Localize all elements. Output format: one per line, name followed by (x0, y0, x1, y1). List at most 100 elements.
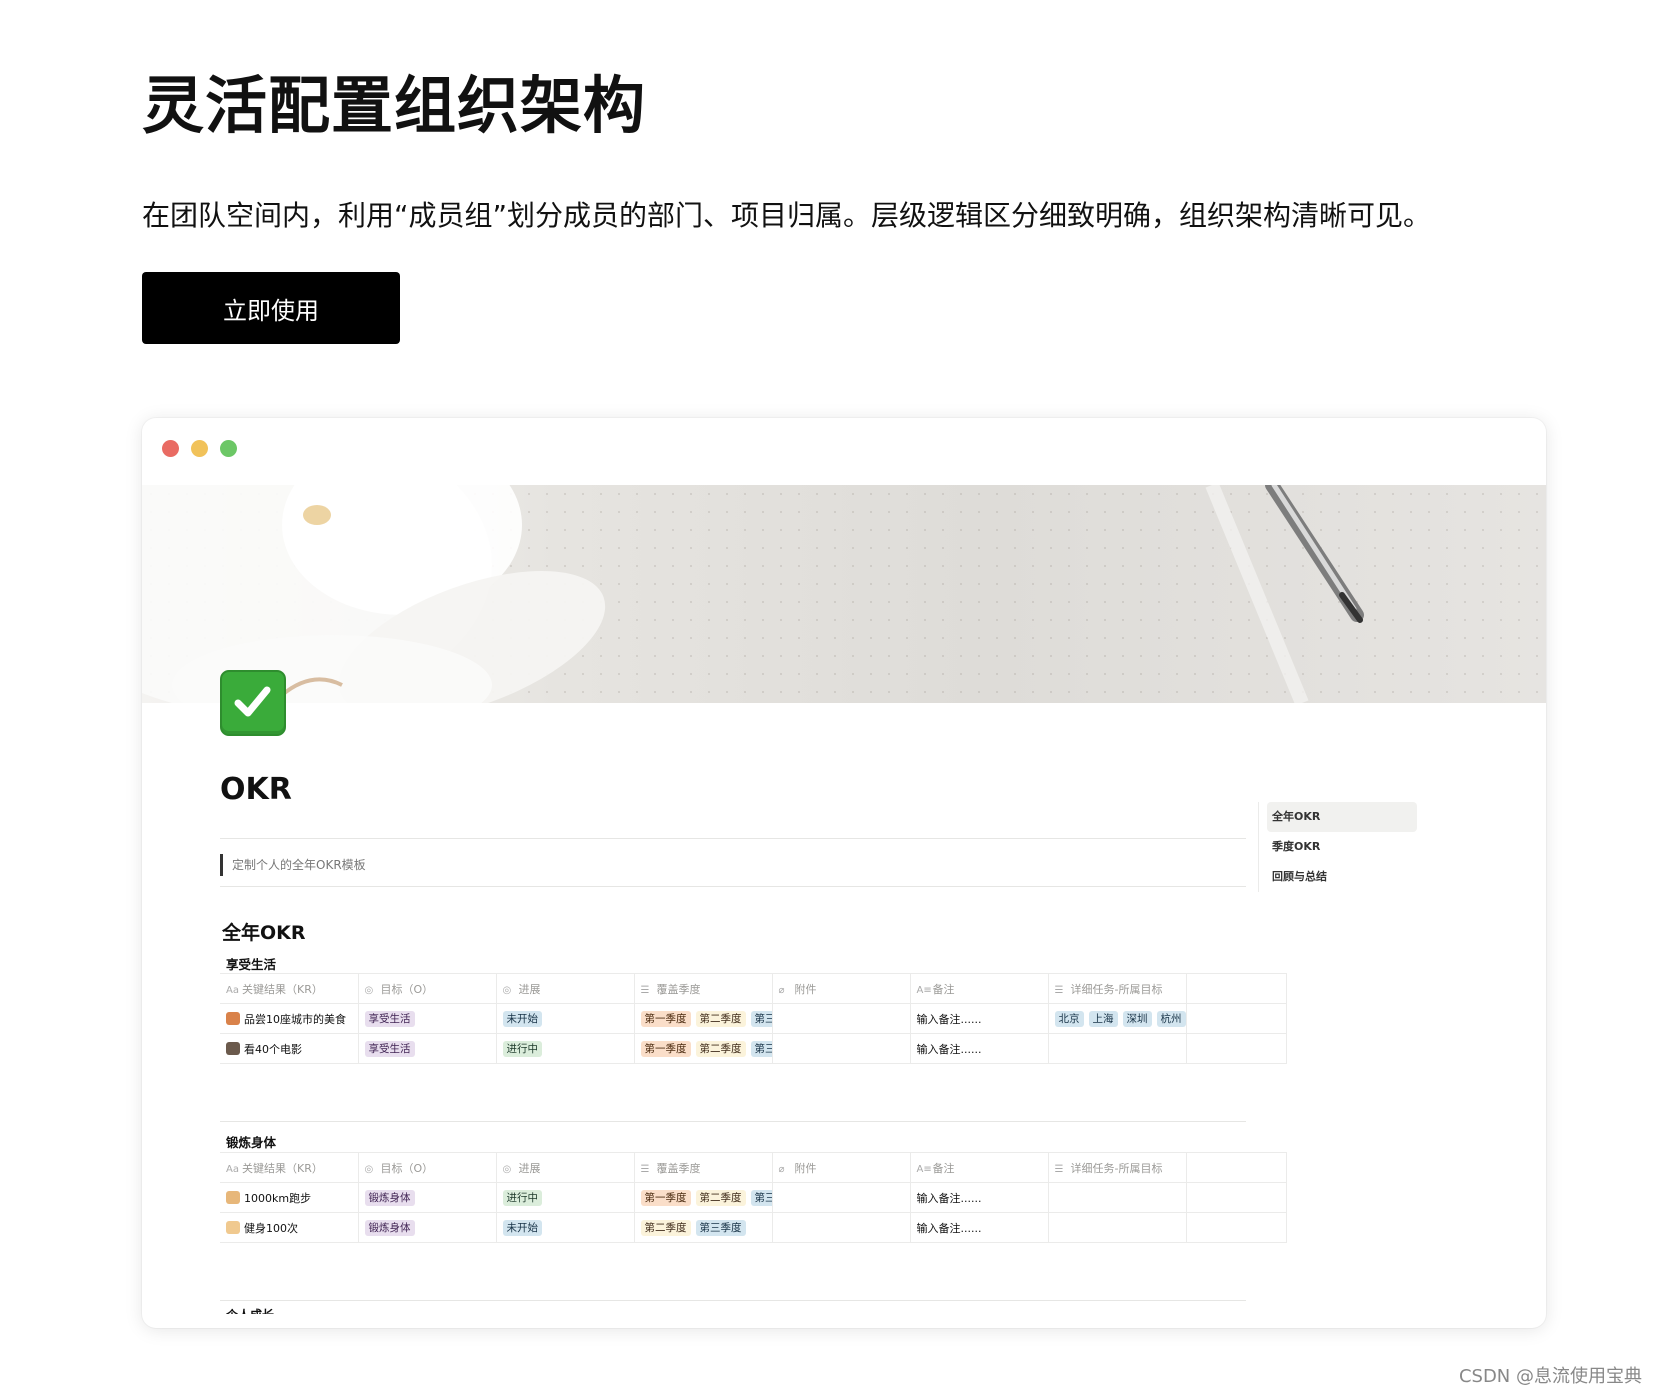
note-text[interactable]: 输入备注...... (917, 1222, 982, 1235)
section-heading-annual-okr[interactable]: 全年OKR (222, 918, 306, 945)
kr-title[interactable]: 1000km跑步 (244, 1192, 311, 1205)
app-window-preview: OKR 定制个人的全年OKR模板 全年OKR 享受生活 Aa 关键结果（KR） ◎… (142, 418, 1546, 1328)
task-tag[interactable]: 杭州 (1156, 1010, 1185, 1027)
attachment-property-icon: ⌀ (778, 1163, 785, 1175)
select-property-icon: ◎ (364, 1163, 374, 1175)
column-header[interactable]: ⌀ 附件 (772, 1152, 911, 1183)
table-row[interactable]: 看40个电影 享受生活 进行中 第一季度第二季度第三季度 输入备注...... (220, 1033, 1287, 1064)
note-text[interactable]: 输入备注...... (917, 1043, 982, 1056)
note-text[interactable]: 输入备注...... (917, 1192, 982, 1205)
close-window-dot[interactable] (162, 440, 179, 457)
kr-title[interactable]: 健身100次 (244, 1222, 298, 1235)
bread-icon (226, 1011, 240, 1025)
text-property-icon: Aa (226, 1163, 239, 1175)
group-heading-partial[interactable]: 个人成长 (226, 1306, 274, 1314)
group-heading[interactable]: 锻炼身体 (226, 1132, 276, 1151)
hero-description: 在团队空间内，利用“成员组”划分成员的部门、项目归属。层级逻辑区分细致明确，组织… (142, 199, 1432, 232)
group-heading[interactable]: 享受生活 (226, 954, 276, 973)
toc-item-review[interactable]: 回顾与总结 (1267, 862, 1417, 892)
objective-tag[interactable]: 锻炼身体 (364, 1189, 415, 1206)
column-header[interactable]: ◎ 进展 (496, 1152, 635, 1183)
objective-tag[interactable]: 享受生活 (364, 1040, 415, 1057)
attachment-cell[interactable] (772, 1182, 911, 1213)
column-header[interactable]: ◎ 目标（O） (358, 1152, 497, 1183)
multiselect-property-icon: ☰ (640, 984, 650, 996)
quarter-tag[interactable]: 第一季度 (640, 1010, 691, 1027)
divider (220, 838, 1246, 839)
tasks-cell[interactable] (1048, 1182, 1187, 1213)
multiselect-property-icon: ☰ (1054, 984, 1064, 996)
okr-table-enjoy-life: Aa 关键结果（KR） ◎ 目标（O） ◎ 进展 ☰ 覆盖季度 ⌀ 附件 A≡备注 ☰ 详细… (220, 973, 1287, 1064)
toc-item-annual-okr[interactable]: 全年OKR (1267, 802, 1417, 832)
page-title[interactable]: OKR (220, 772, 292, 807)
objective-tag[interactable]: 享受生活 (364, 1010, 415, 1027)
objective-tag[interactable]: 锻炼身体 (364, 1219, 415, 1236)
status-tag[interactable]: 未开始 (502, 1010, 542, 1027)
quarter-tag[interactable]: 第三季度 (750, 1040, 771, 1057)
add-column-cell[interactable] (1186, 973, 1287, 1004)
toc-item-quarterly-okr[interactable]: 季度OKR (1267, 832, 1417, 862)
kr-title[interactable]: 看40个电影 (244, 1043, 302, 1056)
column-header[interactable]: A≡备注 (910, 1152, 1049, 1183)
kr-title[interactable]: 品尝10座城市的美食 (244, 1013, 346, 1026)
hero-title: 灵活配置组织架构 (142, 69, 647, 142)
minimize-window-dot[interactable] (191, 440, 208, 457)
add-column-cell[interactable] (1186, 1152, 1287, 1183)
use-now-button[interactable]: 立即使用 (142, 272, 400, 344)
cover-illustration (142, 485, 1364, 703)
task-tag[interactable]: 深圳 (1122, 1010, 1152, 1027)
quarter-tag[interactable]: 第二季度 (640, 1219, 691, 1236)
check-mark-icon[interactable] (220, 670, 286, 736)
select-property-icon: ◎ (502, 984, 512, 996)
runner-icon (226, 1190, 240, 1204)
table-row[interactable]: 品尝10座城市的美食 享受生活 未开始 第一季度第二季度第三季度 输入备注...… (220, 1003, 1287, 1034)
column-header[interactable]: ◎ 目标（O） (358, 973, 497, 1004)
quarter-tag[interactable]: 第二季度 (695, 1040, 746, 1057)
multiselect-property-icon: ☰ (640, 1163, 650, 1175)
table-row[interactable]: 1000km跑步 锻炼身体 进行中 第一季度第二季度第三季度 输入备注.....… (220, 1182, 1287, 1213)
quarter-tag[interactable]: 第二季度 (695, 1189, 746, 1206)
page-cover-image (142, 485, 1546, 703)
quarter-tag[interactable]: 第三季度 (750, 1010, 771, 1027)
quarter-tag[interactable]: 第一季度 (640, 1040, 691, 1057)
attachment-property-icon: ⌀ (778, 984, 785, 996)
column-header[interactable]: ⌀ 附件 (772, 973, 911, 1004)
page-quote[interactable]: 定制个人的全年OKR模板 (220, 854, 366, 876)
divider (220, 1121, 1246, 1122)
quarter-tag[interactable]: 第一季度 (640, 1189, 691, 1206)
maximize-window-dot[interactable] (220, 440, 237, 457)
quarter-tag[interactable]: 第二季度 (695, 1010, 746, 1027)
quarter-tag[interactable]: 第三季度 (750, 1189, 771, 1206)
column-header[interactable]: ☰ 详细任务-所属目标 (1048, 1152, 1187, 1183)
status-tag[interactable]: 未开始 (502, 1219, 542, 1236)
rich-text-property-icon: A≡ (916, 984, 932, 996)
column-header[interactable]: ☰ 详细任务-所属目标 (1048, 973, 1187, 1004)
table-header-row: Aa 关键结果（KR） ◎ 目标（O） ◎ 进展 ☰ 覆盖季度 ⌀ 附件 A≡备注 ☰ 详细… (220, 973, 1287, 1004)
column-header[interactable]: ☰ 覆盖季度 (634, 973, 773, 1004)
column-header[interactable]: Aa 关键结果（KR） (220, 1152, 359, 1183)
attachment-cell[interactable] (772, 1212, 911, 1243)
column-header[interactable]: ☰ 覆盖季度 (634, 1152, 773, 1183)
divider (220, 1300, 1246, 1301)
select-property-icon: ◎ (502, 1163, 512, 1175)
table-row[interactable]: 健身100次 锻炼身体 未开始 第二季度 第三季度 输入备注...... (220, 1212, 1287, 1243)
task-tag[interactable]: 北京 (1054, 1010, 1084, 1027)
column-header[interactable]: ◎ 进展 (496, 973, 635, 1004)
select-property-icon: ◎ (364, 984, 374, 996)
tasks-cell[interactable] (1048, 1212, 1187, 1243)
table-header-row: Aa 关键结果（KR） ◎ 目标（O） ◎ 进展 ☰ 覆盖季度 ⌀ 附件 A≡备注 ☰ 详细… (220, 1152, 1287, 1183)
status-tag[interactable]: 进行中 (502, 1189, 542, 1206)
attachment-cell[interactable] (772, 1033, 911, 1064)
tasks-cell[interactable] (1048, 1033, 1187, 1064)
column-header[interactable]: A≡备注 (910, 973, 1049, 1004)
rich-text-property-icon: A≡ (916, 1163, 932, 1175)
film-icon (226, 1041, 240, 1055)
status-tag[interactable]: 进行中 (502, 1040, 542, 1057)
multiselect-property-icon: ☰ (1054, 1163, 1064, 1175)
column-header[interactable]: Aa 关键结果（KR） (220, 973, 359, 1004)
task-tag[interactable]: 上海 (1088, 1010, 1118, 1027)
divider (220, 886, 1246, 887)
attachment-cell[interactable] (772, 1003, 911, 1034)
quarter-tag[interactable]: 第三季度 (695, 1219, 746, 1236)
note-text[interactable]: 输入备注...... (917, 1013, 982, 1026)
